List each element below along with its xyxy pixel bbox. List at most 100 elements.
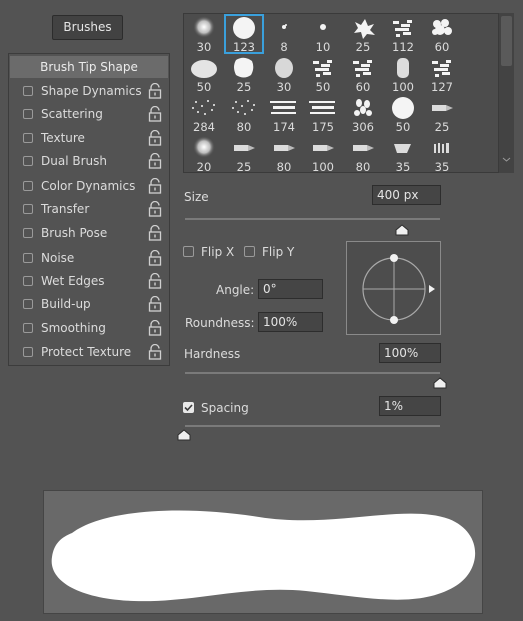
- lock-icon[interactable]: [148, 106, 162, 122]
- brush-preset[interactable]: 80: [343, 134, 383, 174]
- brush-preset[interactable]: 50: [303, 54, 343, 94]
- flip-y-label: Flip Y: [262, 245, 295, 259]
- size-slider-track[interactable]: [185, 218, 440, 220]
- option-row-transfer[interactable]: Transfer: [20, 200, 168, 220]
- brush-preset[interactable]: 20: [184, 134, 224, 174]
- lock-icon[interactable]: [148, 273, 162, 289]
- brush-preset[interactable]: 80: [224, 94, 264, 134]
- option-row-texture[interactable]: Texture: [20, 129, 168, 149]
- size-label: Size: [184, 190, 209, 204]
- brush-preset[interactable]: 30: [264, 54, 304, 94]
- option-checkbox[interactable]: [23, 347, 33, 357]
- option-checkbox[interactable]: [23, 133, 33, 143]
- option-row-build-up[interactable]: Build-up: [20, 295, 168, 315]
- brush-tip-pencil-icon: [432, 105, 453, 111]
- lock-icon[interactable]: [148, 344, 162, 360]
- lock-icon[interactable]: [148, 250, 162, 266]
- size-slider-handle[interactable]: [395, 224, 409, 236]
- brush-tip-tiny-icon: [282, 24, 287, 29]
- option-checkbox[interactable]: [23, 109, 33, 119]
- option-checkbox[interactable]: [23, 228, 33, 238]
- brush-preset[interactable]: 306: [343, 94, 383, 134]
- brush-preset[interactable]: 284: [184, 94, 224, 134]
- angle-field[interactable]: 0°: [258, 279, 323, 299]
- brush-preset[interactable]: 175: [303, 94, 343, 134]
- lock-icon[interactable]: [148, 225, 162, 241]
- option-row-dual-brush[interactable]: Dual Brush: [20, 152, 168, 172]
- flip-x-label: Flip X: [201, 245, 235, 259]
- brush-preset[interactable]: 25: [224, 134, 264, 174]
- option-label: Protect Texture: [41, 345, 132, 359]
- brush-tip-pencil-icon: [234, 145, 255, 151]
- brush-tip-shape-tab[interactable]: Brush Tip Shape: [10, 56, 168, 78]
- brush-preset[interactable]: 25: [343, 14, 383, 54]
- brush-preset[interactable]: 60: [343, 54, 383, 94]
- angle-roundness-widget[interactable]: [346, 241, 441, 335]
- option-label: Brush Pose: [41, 226, 108, 240]
- option-checkbox[interactable]: [23, 253, 33, 263]
- option-checkbox[interactable]: [23, 204, 33, 214]
- lock-icon[interactable]: [148, 296, 162, 312]
- lock-icon[interactable]: [148, 320, 162, 336]
- brush-preset-size: 8: [280, 40, 288, 54]
- spacing-slider-handle[interactable]: [177, 429, 191, 441]
- spacing-checkbox[interactable]: [183, 402, 194, 413]
- brush-preset-size: 127: [431, 80, 453, 94]
- size-field[interactable]: 400 px: [372, 185, 441, 205]
- brush-preset[interactable]: 10: [303, 14, 343, 54]
- spacing-field[interactable]: 1%: [379, 396, 441, 416]
- brush-preset[interactable]: 8: [264, 14, 304, 54]
- option-row-shape-dynamics[interactable]: Shape Dynamics: [20, 82, 168, 102]
- hardness-slider-track[interactable]: [185, 372, 440, 374]
- brush-preset-size: 30: [196, 40, 212, 54]
- option-checkbox[interactable]: [23, 156, 33, 166]
- option-checkbox[interactable]: [23, 276, 33, 286]
- lock-icon[interactable]: [148, 153, 162, 169]
- option-checkbox[interactable]: [23, 181, 33, 191]
- roundness-field[interactable]: 100%: [258, 312, 323, 332]
- brush-preset[interactable]: 123: [224, 14, 264, 54]
- option-checkbox[interactable]: [23, 86, 33, 96]
- option-row-color-dynamics[interactable]: Color Dynamics: [20, 177, 168, 197]
- lock-icon[interactable]: [148, 130, 162, 146]
- preset-scrollbar-thumb[interactable]: [501, 16, 512, 66]
- option-row-noise[interactable]: Noise: [20, 249, 168, 269]
- brush-preset[interactable]: 100: [383, 54, 423, 94]
- brush-preset[interactable]: 35: [383, 134, 423, 174]
- brushes-button[interactable]: Brushes: [52, 15, 123, 40]
- lock-icon[interactable]: [148, 178, 162, 194]
- brush-preset-size: 174: [273, 120, 295, 134]
- brush-preset[interactable]: 127: [422, 54, 462, 94]
- brush-preset-size: 60: [355, 80, 371, 94]
- spacing-slider-track[interactable]: [185, 425, 440, 427]
- flip-y-checkbox[interactable]: [244, 246, 255, 257]
- brush-preset[interactable]: 50: [383, 94, 423, 134]
- option-row-brush-pose[interactable]: Brush Pose: [20, 224, 168, 244]
- brush-preset[interactable]: 112: [383, 14, 423, 54]
- option-checkbox[interactable]: [23, 299, 33, 309]
- flip-x-checkbox[interactable]: [183, 246, 194, 257]
- lock-icon[interactable]: [148, 201, 162, 217]
- option-row-scattering[interactable]: Scattering: [20, 105, 168, 125]
- option-row-wet-edges[interactable]: Wet Edges: [20, 272, 168, 292]
- brush-preset[interactable]: 30: [184, 14, 224, 54]
- brush-preset-size: 123: [233, 40, 255, 54]
- brush-preset[interactable]: 25: [224, 54, 264, 94]
- brush-tip-hard-icon: [233, 17, 255, 39]
- hardness-field[interactable]: 100%: [379, 343, 441, 363]
- hardness-slider-handle[interactable]: [433, 377, 447, 389]
- hardness-label: Hardness: [184, 347, 241, 361]
- option-row-smoothing[interactable]: Smoothing: [20, 319, 168, 339]
- brush-preset[interactable]: 100: [303, 134, 343, 174]
- brush-preset-size: 35: [395, 160, 411, 174]
- brush-preset[interactable]: 50: [184, 54, 224, 94]
- brush-tip-soft-icon: [193, 136, 215, 158]
- brush-preset[interactable]: 80: [264, 134, 304, 174]
- brush-preset[interactable]: 174: [264, 94, 304, 134]
- option-checkbox[interactable]: [23, 323, 33, 333]
- lock-icon[interactable]: [148, 83, 162, 99]
- brush-preset[interactable]: 25: [422, 94, 462, 134]
- brush-preset[interactable]: 35: [422, 134, 462, 174]
- brush-preset[interactable]: 60: [422, 14, 462, 54]
- option-row-protect-texture[interactable]: Protect Texture: [20, 343, 168, 363]
